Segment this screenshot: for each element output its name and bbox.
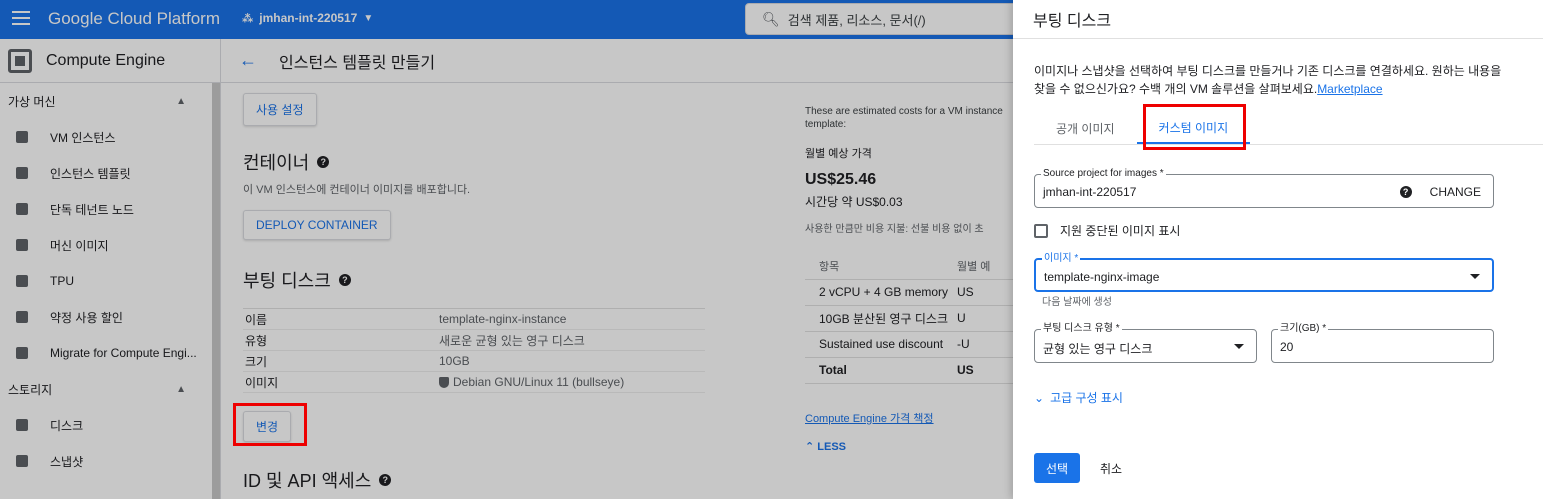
field-label: Source project for images *	[1041, 168, 1166, 180]
help-icon[interactable]: ?	[1399, 186, 1412, 198]
tab-public-images[interactable]: 공개 이미지	[1034, 113, 1137, 144]
show-deprecated-checkbox[interactable]: 지원 중단된 이미지 표시	[1034, 222, 1180, 239]
panel-description-text: 이미지나 스냅샷을 선택하여 부팅 디스크를 만들거나 기존 디스크를 연결하세…	[1034, 64, 1502, 96]
checkbox[interactable]	[1034, 223, 1048, 238]
select-button[interactable]: 선택	[1034, 453, 1080, 483]
field-label: 부팅 디스크 유형 *	[1041, 323, 1122, 335]
dropdown-arrow-icon	[1470, 274, 1480, 279]
panel-description: 이미지나 스냅샷을 선택하여 부팅 디스크를 만들거나 기존 디스크를 연결하세…	[1034, 62, 1504, 98]
marketplace-link[interactable]: Marketplace	[1317, 82, 1382, 96]
field-label: 이미지 *	[1042, 253, 1081, 265]
field-value: template-nginx-image	[1044, 270, 1160, 284]
chevron-down-icon: ⌄	[1034, 390, 1045, 405]
image-select[interactable]: 이미지 * template-nginx-image	[1034, 253, 1494, 292]
change-button[interactable]: CHANGE	[1430, 185, 1481, 199]
field-label: 크기(GB) *	[1278, 323, 1329, 335]
disk-size-input[interactable]: 크기(GB) * 20	[1271, 323, 1494, 363]
field-value: 균형 있는 영구 디스크	[1043, 342, 1153, 356]
dropdown-arrow-icon	[1234, 344, 1244, 349]
show-advanced-toggle[interactable]: ⌄ 고급 구성 표시	[1034, 389, 1123, 406]
source-project-field[interactable]: Source project for images * jmhan-int-22…	[1034, 168, 1494, 208]
boot-disk-panel: 부팅 디스크 이미지나 스냅샷을 선택하여 부팅 디스크를 만들거나 기존 디스…	[1013, 0, 1543, 499]
advanced-label: 고급 구성 표시	[1050, 391, 1123, 405]
highlight-box	[1143, 104, 1246, 150]
change-project: ? CHANGE	[1399, 185, 1481, 199]
highlight-box	[233, 403, 307, 446]
cancel-button[interactable]: 취소	[1100, 460, 1122, 477]
field-value: jmhan-int-220517	[1043, 185, 1137, 199]
modal-scrim[interactable]	[0, 0, 1013, 499]
panel-title: 부팅 디스크	[1013, 0, 1543, 39]
image-hint: 다음 날짜에 생성	[1042, 297, 1112, 308]
checkbox-label: 지원 중단된 이미지 표시	[1060, 224, 1181, 238]
disk-type-select[interactable]: 부팅 디스크 유형 * 균형 있는 영구 디스크	[1034, 323, 1257, 363]
image-tabs: 공개 이미지 커스텀 이미지	[1034, 113, 1543, 145]
field-value: 20	[1280, 340, 1294, 354]
